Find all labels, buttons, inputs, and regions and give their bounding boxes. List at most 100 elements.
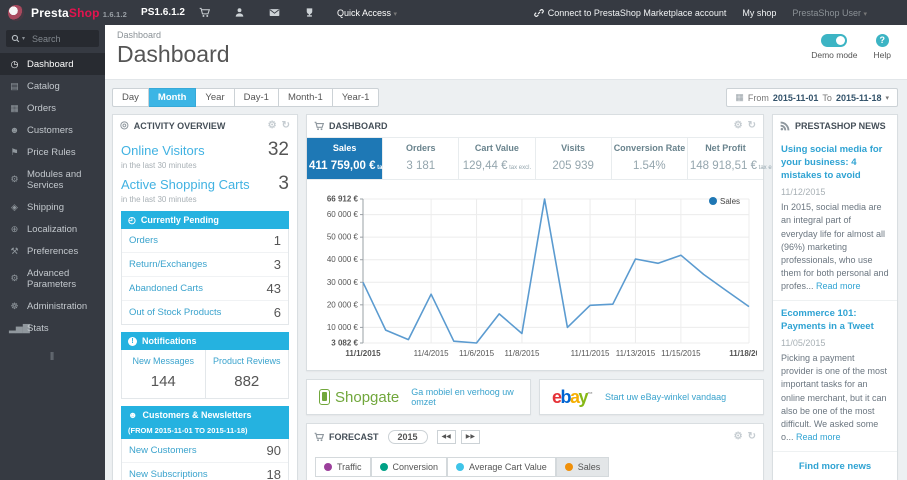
sidebar-item-customers[interactable]: ☻ Customers [0,119,105,141]
stat-link-orders[interactable]: Orders [129,235,158,246]
currently-pending-header: ◴ Currently Pending [121,211,289,229]
marketplace-connect-link[interactable]: Connect to PrestaShop Marketplace accoun… [534,8,726,18]
sidebar-item-dashboard[interactable]: ◷ Dashboard [0,53,105,75]
refresh-icon[interactable]: ↻ [748,121,756,131]
svg-text:11/18/2015: 11/18/2015 [729,349,757,358]
collapse-menu-icon[interactable]: ‖ [0,351,105,363]
forecast-legend-conversion[interactable]: Conversion [370,457,448,477]
kpi-conversion-rate[interactable]: Conversion Rate 1.54% [612,138,688,179]
activity-panel-header: ◎ ACTIVITY OVERVIEW ⚙ ↻ [113,115,297,137]
gear-icon[interactable]: ⚙ [734,121,743,131]
date-range-toolbar: Day Month Year Day-1 Month-1 Year-1 ▦ From 20… [105,80,907,114]
cart-icon[interactable] [199,7,210,18]
gear-icon[interactable]: ⚙ [268,121,277,131]
sidebar-item-administration[interactable]: ☸ Administration [0,295,105,317]
sidebar-item-advanced-parameters[interactable]: ⚙ Advanced Parameters [0,262,105,295]
kpi-orders[interactable]: Orders 3 181 [383,138,460,179]
ebay-link[interactable]: Start uw eBay-winkel vandaag [605,392,726,402]
brand-shop: Shop [68,5,100,20]
kpi-label: Sales [332,143,357,153]
demo-mode-label: Demo mode [811,50,858,60]
date-to: 2015-11-18 [835,92,882,103]
sidebar-item-modules-and-services[interactable]: ⚙ Modules and Services [0,163,105,196]
news-article-title[interactable]: Ecommerce 101: Payments in a Tweet [781,308,889,334]
forecast-next-button[interactable]: ▶▶ [460,430,480,444]
notifications-header: ! Notifications [121,332,289,350]
stat-link-out-of-stock-products[interactable]: Out of Stock Products [129,307,221,318]
range-tab-year[interactable]: Year [196,88,235,107]
svg-text:10 000 €: 10 000 € [327,323,359,332]
range-tabs: Day Month Year Day-1 Month-1 Year-1 [112,88,380,107]
badges-icon[interactable] [304,7,315,18]
topbar-right: Connect to PrestaShop Marketplace accoun… [534,5,907,21]
range-tab-year-1[interactable]: Year-1 [332,88,380,107]
messages-icon[interactable] [269,7,280,18]
my-shop-link[interactable]: My shop [742,8,776,18]
sidebar-item-label: Stats [27,322,49,334]
breadcrumb[interactable]: Dashboard [117,30,895,40]
notification-cell-product-reviews[interactable]: Product Reviews 882 [204,350,289,398]
search-input[interactable] [30,32,93,45]
stat-link-new-customers[interactable]: New Customers [129,445,197,456]
refresh-icon[interactable]: ↻ [748,432,756,442]
demo-mode-toggle[interactable] [821,34,848,47]
sidebar-item-price-rules[interactable]: ⚑ Price Rules [0,141,105,163]
sidebar-item-shipping[interactable]: ◈ Shipping [0,196,105,218]
user-menu[interactable]: PrestaShop User ▾ [792,8,867,18]
forecast-prev-button[interactable]: ◀◀ [436,430,456,444]
sidebar-item-localization[interactable]: ⊕ Localization [0,218,105,240]
sidebar-item-preferences[interactable]: ⚒ Preferences [0,240,105,262]
sidebar-item-catalog[interactable]: ▤ Catalog [0,75,105,97]
help-icon[interactable]: ? [875,34,889,47]
forecast-year-badge: 2015 [387,430,428,444]
refresh-icon[interactable]: ↻ [282,121,290,131]
active-carts-link[interactable]: Active Shopping Carts [121,177,250,192]
range-tab-day-1[interactable]: Day-1 [234,88,279,107]
sidebar-item-label: Catalog [27,80,60,92]
advanced-parameters-icon: ⚙ [10,273,19,283]
stat-row: New Customers 90 [122,439,288,463]
online-visitors-link[interactable]: Online Visitors [121,143,205,158]
ebay-letter: e [552,387,562,407]
svg-text:20 000 €: 20 000 € [327,300,359,309]
gear-icon[interactable]: ⚙ [734,432,743,442]
news-article-title[interactable]: Using social media for your business: 4 … [781,144,889,182]
notification-label: Product Reviews [212,356,281,366]
forecast-legend-sales[interactable]: Sales [555,457,610,477]
shopgate-logo: Shopgate [319,389,399,406]
svg-text:11/6/2015: 11/6/2015 [459,349,495,358]
sidebar-item-orders[interactable]: ▦ Orders [0,97,105,119]
sidebar-item-stats[interactable]: ▂▅▇ Stats [0,317,105,339]
user-avatar[interactable] [883,5,899,21]
kpi-sales[interactable]: Sales 411 759,00 € tax excl. [307,138,401,179]
forecast-legend-traffic[interactable]: Traffic [315,457,371,477]
forecast-panel-title: FORECAST [329,432,379,442]
customer-icon[interactable] [234,7,245,18]
range-tab-month-1[interactable]: Month-1 [278,88,333,107]
stat-link-abandoned-carts[interactable]: Abandoned Carts [129,283,203,294]
shopgate-link[interactable]: Ga mobiel en verhoog uw omzet [411,387,518,407]
range-tab-day[interactable]: Day [112,88,149,107]
topbar-icons [199,7,315,18]
sidebar-search[interactable]: ▾ [6,30,99,47]
customers-range-subtitle: (FROM 2015-11-01 TO 2015-11-18) [128,426,248,435]
quick-access-menu[interactable]: Quick Access ▾ [337,8,397,18]
svg-text:3 082 €: 3 082 € [331,339,358,348]
news-column: PRESTASHOP NEWS Using social media for y… [772,114,898,480]
kpi-visits[interactable]: Visits 205 939 [536,138,612,179]
kpi-cart-value[interactable]: Cart Value 129,44 € tax excl. [459,138,536,179]
sidebar: ▾ ◷ Dashboard ▤ Catalog ▦ Orders ☻ Customers ⚑ Pr… [0,25,105,480]
stat-link-new-subscriptions[interactable]: New Subscriptions [129,469,208,480]
notification-cell-new-messages[interactable]: New Messages 144 [122,350,205,398]
help-control: ? Help [874,34,891,60]
svg-text:66 912 €: 66 912 € [327,195,359,204]
stat-link-return-exchanges[interactable]: Return/Exchanges [129,259,207,270]
online-visitors-subtitle: in the last 30 minutes [121,161,197,170]
kpi-net-profit[interactable]: Net Profit 148 918,51 € tax excl. [688,138,781,179]
forecast-legend-average-cart-value[interactable]: Average Cart Value [447,457,556,477]
read-more-link[interactable]: Read more [816,281,861,291]
find-more-news-link[interactable]: Find more news [773,452,897,480]
read-more-link[interactable]: Read more [796,432,841,442]
range-tab-month[interactable]: Month [148,88,197,107]
date-range-picker[interactable]: ▦ From 2015-11-01 To 2015-11-18 ▾ [726,88,898,107]
